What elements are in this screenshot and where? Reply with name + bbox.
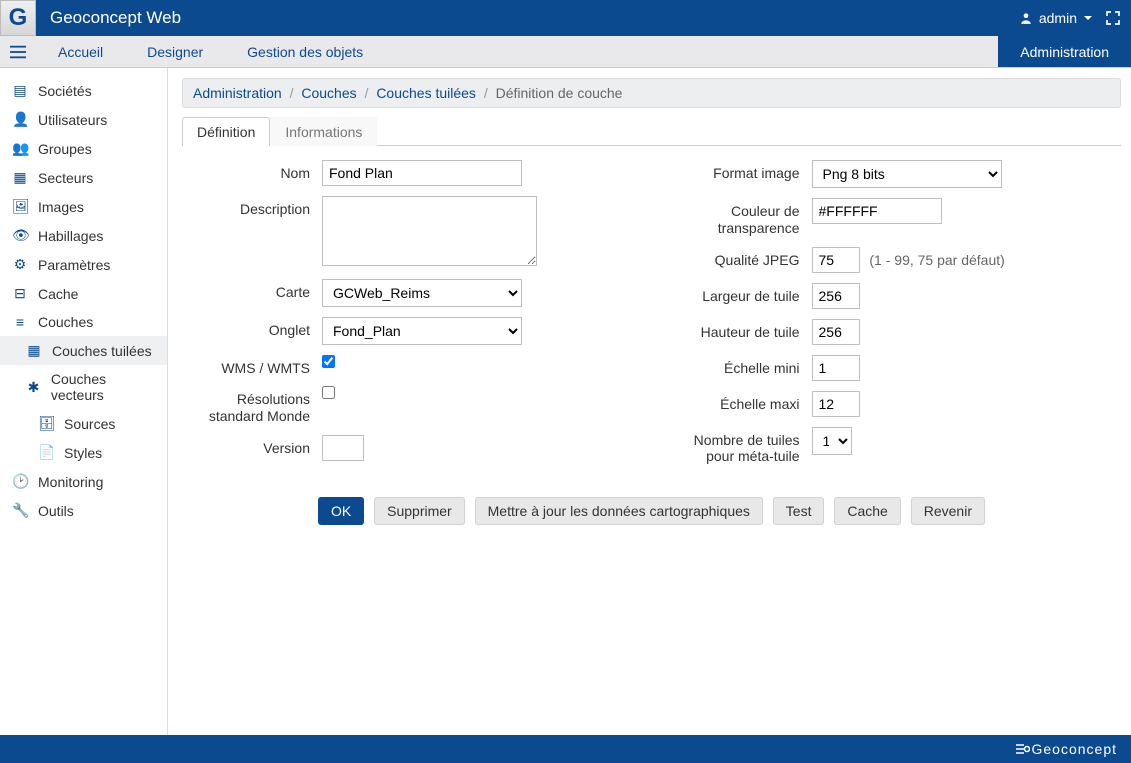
nav-gestion-objets[interactable]: Gestion des objets — [225, 36, 385, 67]
sidebar-item-utilisateurs[interactable]: 👤Utilisateurs — [0, 105, 167, 134]
footer-brand-icon — [1014, 741, 1030, 757]
sidebar-item-groupes[interactable]: 👥Groupes — [0, 134, 167, 163]
qualite-hint: (1 - 99, 75 par défaut) — [869, 252, 1004, 268]
largeur-input[interactable] — [812, 283, 860, 309]
form: Nom Description Carte GCWeb_Reims Onglet… — [182, 160, 1121, 475]
app-name: Geoconcept Web — [50, 8, 1019, 28]
button-bar: OK Supprimer Mettre à jour les données c… — [182, 497, 1121, 525]
qualite-label: Qualité JPEG — [672, 247, 812, 268]
test-button[interactable]: Test — [773, 497, 825, 525]
echelle-mini-label: Échelle mini — [672, 355, 812, 376]
wms-label: WMS / WMTS — [182, 355, 322, 376]
user-icon: 👤 — [12, 111, 28, 128]
meta-select[interactable]: 1 — [812, 427, 852, 455]
carte-label: Carte — [182, 279, 322, 300]
nav-designer[interactable]: Designer — [125, 36, 225, 67]
tab-definition[interactable]: Définition — [182, 117, 270, 146]
sidebar-item-styles[interactable]: 📄Styles — [0, 438, 167, 467]
nom-label: Nom — [182, 160, 322, 181]
resolutions-checkbox[interactable] — [322, 386, 335, 399]
supprimer-button[interactable]: Supprimer — [374, 497, 465, 525]
tiles-icon: ▦ — [26, 342, 42, 359]
qualite-input[interactable] — [812, 247, 860, 273]
nav-accueil[interactable]: Accueil — [36, 36, 125, 67]
sidebar: ▤Sociétés 👤Utilisateurs 👥Groupes ▦Secteu… — [0, 68, 168, 735]
footer: Geoconcept — [0, 735, 1131, 763]
topbar: G Geoconcept Web admin — [0, 0, 1131, 36]
building-icon: ▤ — [12, 82, 28, 99]
image-icon: 🖼 — [12, 198, 28, 215]
sidebar-item-secteurs[interactable]: ▦Secteurs — [0, 163, 167, 192]
wrench-icon: 🔧 — [12, 502, 28, 519]
sidebar-item-couches-vecteurs[interactable]: ✱Couches vecteurs — [0, 365, 167, 409]
echelle-maxi-input[interactable] — [812, 391, 860, 417]
sidebar-item-outils[interactable]: 🔧Outils — [0, 496, 167, 525]
drive-icon: ⊟ — [12, 285, 28, 302]
version-label: Version — [182, 435, 322, 456]
sidebar-item-habillages[interactable]: 👁Habillages — [0, 221, 167, 250]
grid-icon: ▦ — [12, 169, 28, 186]
description-label: Description — [182, 196, 322, 217]
mettre-a-jour-button[interactable]: Mettre à jour les données cartographique… — [475, 497, 763, 525]
resolutions-label: Résolutions standard Monde — [182, 386, 322, 425]
cache-button[interactable]: Cache — [834, 497, 900, 525]
nom-input[interactable] — [322, 160, 522, 186]
transparence-input[interactable] — [812, 198, 942, 224]
logo: G — [0, 0, 36, 36]
sidebar-item-sources[interactable]: 🗄Sources — [0, 409, 167, 438]
breadcrumb-couches[interactable]: Couches — [301, 85, 356, 101]
format-select[interactable]: Png 8 bits — [812, 160, 1002, 188]
footer-brand: Geoconcept — [1032, 741, 1118, 757]
largeur-label: Largeur de tuile — [672, 283, 812, 304]
format-label: Format image — [672, 160, 812, 181]
layers-icon: ≡ — [12, 314, 28, 330]
gear-icon: ⚙ — [12, 256, 28, 273]
sidebar-item-images[interactable]: 🖼Images — [0, 192, 167, 221]
echelle-mini-input[interactable] — [812, 355, 860, 381]
description-textarea[interactable] — [322, 196, 537, 266]
users-icon: 👥 — [12, 140, 28, 157]
revenir-button[interactable]: Revenir — [911, 497, 985, 525]
transparence-label: Couleur de transparence — [672, 198, 812, 237]
sidebar-item-cache[interactable]: ⊟Cache — [0, 279, 167, 308]
chevron-down-icon — [1083, 13, 1093, 23]
wms-checkbox[interactable] — [322, 355, 335, 368]
user-icon — [1019, 11, 1033, 25]
sidebar-item-societes[interactable]: ▤Sociétés — [0, 76, 167, 105]
database-icon: 🗄 — [38, 415, 54, 432]
form-left-column: Nom Description Carte GCWeb_Reims Onglet… — [182, 160, 632, 475]
sidebar-item-monitoring[interactable]: 🕑Monitoring — [0, 467, 167, 496]
sidebar-item-couches-tuilees[interactable]: ▦Couches tuilées — [0, 336, 167, 365]
hauteur-input[interactable] — [812, 319, 860, 345]
tabs: Définition Informations — [182, 116, 1121, 146]
hauteur-label: Hauteur de tuile — [672, 319, 812, 340]
carte-select[interactable]: GCWeb_Reims — [322, 279, 522, 307]
tab-informations[interactable]: Informations — [270, 117, 377, 146]
eye-icon: 👁 — [12, 227, 28, 244]
form-right-column: Format image Png 8 bits Couleur de trans… — [672, 160, 1122, 475]
breadcrumb-current: Définition de couche — [496, 85, 623, 101]
onglet-label: Onglet — [182, 317, 322, 338]
meta-label: Nombre de tuiles pour méta-tuile — [672, 427, 812, 466]
breadcrumb-administration[interactable]: Administration — [193, 85, 282, 101]
echelle-maxi-label: Échelle maxi — [672, 391, 812, 412]
version-input[interactable] — [322, 435, 364, 461]
sidebar-item-couches[interactable]: ≡Couches — [0, 308, 167, 336]
fullscreen-icon[interactable] — [1105, 10, 1121, 26]
breadcrumb-couches-tuilees[interactable]: Couches tuilées — [376, 85, 476, 101]
nav-administration[interactable]: Administration — [998, 36, 1131, 67]
user-name: admin — [1039, 10, 1077, 26]
menu-toggle[interactable] — [0, 36, 36, 67]
ok-button[interactable]: OK — [318, 497, 364, 525]
onglet-select[interactable]: Fond_Plan — [322, 317, 522, 345]
breadcrumb: Administration / Couches / Couches tuilé… — [182, 78, 1121, 108]
user-menu[interactable]: admin — [1019, 10, 1093, 26]
vector-icon: ✱ — [26, 379, 41, 396]
main-content: Administration / Couches / Couches tuilé… — [168, 68, 1131, 735]
sidebar-item-parametres[interactable]: ⚙Paramètres — [0, 250, 167, 279]
clock-icon: 🕑 — [12, 473, 28, 490]
navbar: Accueil Designer Gestion des objets Admi… — [0, 36, 1131, 68]
file-icon: 📄 — [38, 444, 54, 461]
